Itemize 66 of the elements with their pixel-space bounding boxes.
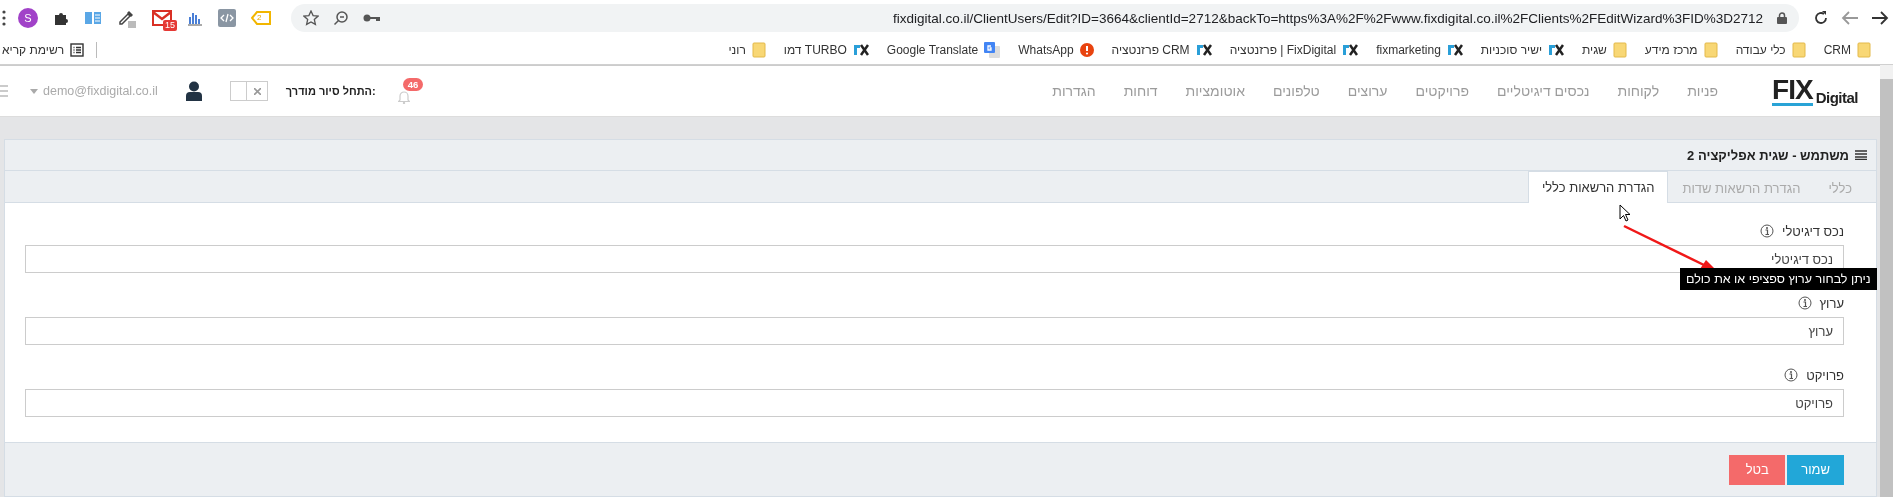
bookmark[interactable]: דמו TURBO xyxy=(783,43,869,57)
address-bar[interactable]: fixdigital.co.il/ClientUsers/Edit?ID=3664&clientId=2712&backTo=https%3A%2F%2Fwww.fixdigital.co.il%2FClients%2FEditWizard%3FID%3D2712 xyxy=(291,4,1799,32)
chart-icon[interactable] xyxy=(187,10,203,26)
alert-icon xyxy=(1079,43,1094,57)
logo-mark[interactable]: FIX xyxy=(1772,76,1813,106)
logo-text[interactable]: Digital xyxy=(1815,88,1858,106)
bookmark[interactable]: פרזנטציה CRM xyxy=(1111,43,1212,57)
bookmark[interactable]: fixmarketing xyxy=(1376,43,1463,57)
tour-label: התחל סיור מודרך: xyxy=(285,85,376,97)
list-icon xyxy=(1855,150,1867,160)
star-icon[interactable] xyxy=(303,10,319,26)
site-logo-icon xyxy=(1446,44,1463,56)
folder-icon xyxy=(751,42,766,58)
book-icon[interactable] xyxy=(84,10,102,26)
site-logo-icon xyxy=(852,44,869,56)
menu-icon[interactable] xyxy=(2,10,6,26)
info-icon[interactable] xyxy=(1797,296,1812,310)
folder-icon xyxy=(1791,42,1806,58)
reading-list-button[interactable]: רשימת קריא xyxy=(2,43,85,57)
tour-toggle[interactable] xyxy=(229,81,268,101)
key-icon[interactable] xyxy=(363,12,381,24)
profile-avatar[interactable]: S xyxy=(18,8,38,28)
field-label: פרויקט xyxy=(1806,367,1844,383)
url-text: fixdigital.co.il/ClientUsers/Edit?ID=3664&clientId=2712&backTo=https%3A%2F%2Fwww.fixdigital.co.il%2FClients%2FEditWizard%3FID%3D2712 xyxy=(891,10,1763,26)
site-logo-icon xyxy=(1342,44,1359,56)
bookmark[interactable]: כלי עבודה xyxy=(1735,42,1806,58)
mouse-cursor-icon xyxy=(1619,204,1631,222)
zoom-icon[interactable] xyxy=(333,10,349,26)
info-icon[interactable] xyxy=(1784,368,1799,382)
input-field[interactable]: פרויקט xyxy=(25,389,1844,417)
bookmark[interactable]: שגית xyxy=(1582,42,1627,58)
field-label: ערוץ xyxy=(1819,295,1844,311)
bookmark[interactable]: רוני xyxy=(728,42,766,58)
back-arrow-icon[interactable] xyxy=(1841,10,1859,26)
site-logo-icon xyxy=(1195,44,1212,56)
bookmark[interactable]: ישיר סוכניות xyxy=(1480,43,1565,57)
bookmark[interactable]: מרכז מידע xyxy=(1644,42,1718,58)
folder-icon xyxy=(1857,42,1871,58)
puzzle-icon[interactable] xyxy=(53,10,69,26)
input-field[interactable]: ערוץ xyxy=(25,317,1844,345)
lock-icon[interactable] xyxy=(1777,12,1787,24)
unread-badge: 15 xyxy=(163,20,177,31)
bookmark[interactable]: פרזנטציה | FixDigital xyxy=(1229,43,1359,57)
bookmark[interactable]: WhatsApp xyxy=(1018,43,1094,57)
input-field[interactable]: נכס דיגיטלי xyxy=(25,245,1844,273)
field-label: נכס דיגיטלי xyxy=(1782,223,1844,239)
notification-badge: 46 xyxy=(402,78,424,91)
info-icon[interactable] xyxy=(1760,224,1775,238)
bookmark[interactable]: Google Translate xyxy=(886,42,1001,58)
folder-icon xyxy=(1703,42,1718,58)
close-icon xyxy=(253,87,261,95)
code-icon[interactable] xyxy=(218,9,236,27)
folder-icon xyxy=(1612,42,1627,58)
reload-icon[interactable] xyxy=(1813,10,1829,26)
eyedropper-icon[interactable] xyxy=(117,8,137,28)
site-logo-icon xyxy=(1548,44,1565,56)
panel-title: משתמש - שגית אפליקציה 2 xyxy=(1687,147,1849,163)
translate-icon xyxy=(984,42,1001,58)
list-icon xyxy=(70,43,85,57)
user-icon[interactable] xyxy=(185,81,202,101)
tag-count: 2 xyxy=(257,13,262,23)
forward-arrow-icon[interactable] xyxy=(1871,10,1889,26)
tab[interactable]: הגדרת הרשאות כללי xyxy=(1527,171,1669,203)
tooltip: ניתן לבחור ערוץ ספציפי או את כולם xyxy=(1680,268,1877,290)
bookmark[interactable]: CRM xyxy=(1823,42,1871,58)
scrollbar[interactable] xyxy=(1880,79,1893,497)
